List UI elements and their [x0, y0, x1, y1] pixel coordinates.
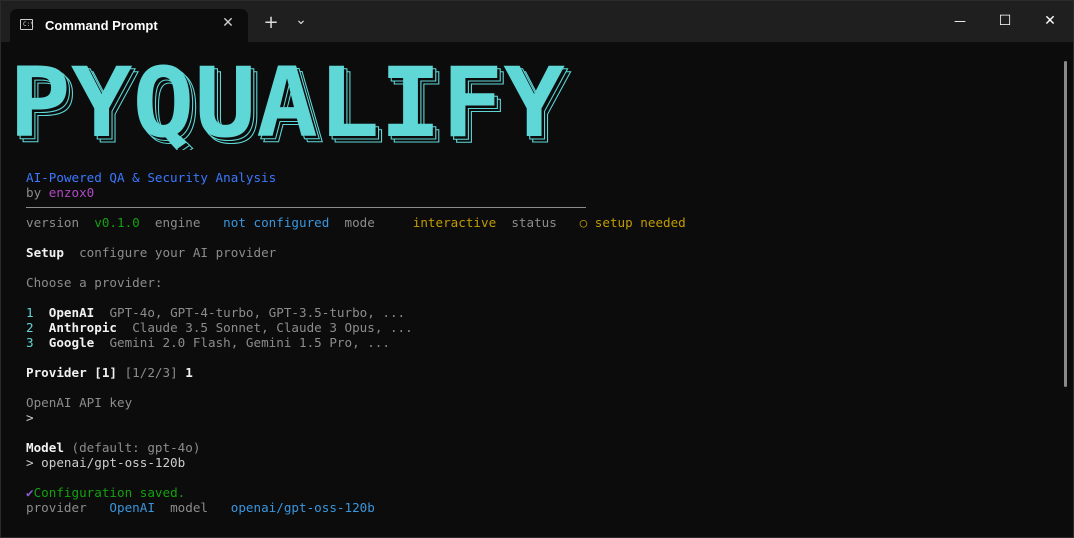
title-bar: C:\ Command Prompt ✕ + ⌄ — ☐ ✕	[1, 1, 1073, 42]
model-prompt: Model (default: gpt-4o)	[26, 440, 201, 455]
provider-value: OpenAI	[109, 500, 155, 515]
provider-option-anthropic: 2 Anthropic Claude 3.5 Sonnet, Claude 3 …	[26, 320, 413, 335]
svg-text:PYQUALIFY: PYQUALIFY	[9, 64, 565, 150]
model-value: openai/gpt-oss-120b	[230, 500, 375, 515]
config-summary: provider OpenAI model openai/gpt-oss-120…	[26, 500, 375, 515]
divider	[26, 207, 586, 208]
checkmark-icon: ✔	[26, 485, 34, 500]
terminal-icon: C:\	[20, 19, 34, 30]
status-value: setup needed	[594, 215, 686, 230]
minimize-button[interactable]: —	[937, 1, 983, 42]
tab-command-prompt[interactable]: C:\ Command Prompt ✕	[10, 9, 248, 42]
new-tab-button[interactable]: +	[261, 13, 281, 33]
status-circle-icon: ○	[579, 215, 588, 230]
api-key-input: >	[26, 410, 34, 425]
mode-value: interactive	[412, 215, 497, 230]
api-key-prompt: OpenAI API key	[26, 395, 133, 410]
provider-option-google: 3 Google Gemini 2.0 Flash, Gemini 1.5 Pr…	[26, 335, 390, 350]
model-input: > openai/gpt-oss-120b	[26, 455, 186, 470]
author-line: by enzox0	[26, 185, 95, 200]
provider-option-openai: 1 OpenAI GPT-4o, GPT-4-turbo, GPT-3.5-tu…	[26, 305, 406, 320]
config-saved-message: ✔Configuration saved.	[26, 485, 186, 500]
maximize-button[interactable]: ☐	[982, 1, 1028, 42]
provider-prompt: Provider [1] [1/2/3] 1	[26, 365, 193, 380]
status-bar: version v0.1.0 engine not configured mod…	[26, 215, 686, 230]
scrollbar[interactable]	[1064, 61, 1067, 387]
version-value: v0.1.0	[94, 215, 140, 230]
choose-provider-prompt: Choose a provider:	[26, 275, 163, 290]
engine-value: not configured	[223, 215, 330, 230]
provider-answer: 1	[185, 365, 193, 380]
terminal-window: C:\ Command Prompt ✕ + ⌄ — ☐ ✕ PYQUALIFY…	[0, 0, 1074, 538]
close-button[interactable]: ✕	[1027, 1, 1073, 42]
setup-heading: Setup configure your AI provider	[26, 245, 277, 260]
app-subtitle: AI-Powered QA & Security Analysis	[26, 170, 277, 185]
pyqualify-banner: PYQUALIFY PYQUALIFY PYQUALIFY	[9, 64, 572, 150]
author-name: enzox0	[48, 185, 95, 200]
tab-close-icon[interactable]: ✕	[220, 15, 236, 31]
tab-dropdown-button[interactable]: ⌄	[291, 13, 311, 33]
tab-title: Command Prompt	[45, 18, 158, 33]
